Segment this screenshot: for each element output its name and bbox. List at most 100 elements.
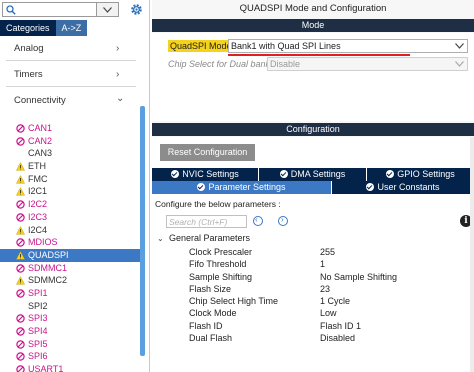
parameter-value[interactable]: 1 [320,258,325,270]
disabled-icon [16,124,25,133]
peripheral-item[interactable]: SPI5 [0,338,140,351]
tab-user-constants[interactable]: User Constants [332,181,474,194]
config-scrollbar[interactable] [470,137,474,372]
tab-label: Parameter Settings [208,182,286,192]
peripheral-label: I2C2 [28,199,48,210]
disabled-icon [16,352,25,362]
peripheral-label: SPI3 [28,313,48,324]
general-parameters-header[interactable]: General Parameters [169,233,250,243]
left-scrollbar[interactable] [140,104,145,372]
scrollbar-thumb[interactable] [140,106,145,356]
configure-caption: Configure the below parameters : [155,199,281,209]
disabled-icon [16,339,25,349]
parameter-row[interactable]: Dual Flash Disabled [152,332,474,344]
peripheral-label: MDIOS [28,237,58,248]
warning-icon [15,250,26,260]
parameter-value[interactable]: Disabled [320,332,355,344]
chip-select-select[interactable]: Disable [267,57,468,71]
disabled-icon [16,289,25,298]
search-next-button[interactable]: › [278,215,288,226]
peripheral-item[interactable]: CAN1 [0,122,140,135]
peripheral-item[interactable]: I2C2 [0,198,140,211]
chevron-down-icon [455,61,464,67]
peripheral-item[interactable]: I2C4 [0,224,140,237]
parameter-name: Dual Flash [189,333,233,344]
quadspi-mode-select[interactable]: Bank1 with Quad SPI Lines [228,39,468,53]
chip-select-value: Disable [270,59,301,69]
peripheral-label: I2C3 [28,211,48,222]
chevron-down-icon [103,7,112,13]
search-dropdown-button[interactable] [97,2,119,17]
peripheral-item[interactable]: I2C1 [0,185,140,198]
peripheral-item[interactable]: QUADSPI [0,248,140,262]
group-label: Timers [14,69,43,80]
group-label: Analog [14,43,44,54]
peripheral-label: ETH [28,161,46,172]
disabled-icon [16,263,25,273]
parameter-row[interactable]: Chip Select High Time 1 Cycle [152,295,474,307]
quadspi-mode-value: Bank1 with Quad SPI Lines [231,41,341,51]
peripheral-label: I2C1 [28,186,48,197]
group-label: Connectivity [14,95,66,106]
reset-configuration-button[interactable]: Reset Configuration [160,144,255,161]
parameter-row[interactable]: Sample Shifting No Sample Shifting [152,271,474,283]
parameter-value[interactable]: 1 Cycle [320,295,350,307]
tab-dma-settings[interactable]: DMA Settings [259,168,366,181]
peripheral-item[interactable]: SPI6 [0,350,140,363]
peripheral-item[interactable]: MDIOS [0,236,140,249]
search-previous-button[interactable]: ‹ [253,215,263,226]
parameter-row[interactable]: Clock Mode Low [152,307,474,319]
peripheral-item[interactable]: SPI4 [0,325,140,338]
peripheral-label: CAN1 [28,123,53,133]
tab-categories[interactable]: Categories [0,20,56,36]
parameter-name: Flash Size [189,283,232,294]
parameter-name: Clock Prescaler [189,247,253,257]
peripheral-item[interactable]: SPI2 [0,300,140,313]
parameter-value[interactable]: No Sample Shifting [320,271,397,283]
peripheral-label: I2C4 [28,224,48,235]
tab-a-to-z[interactable]: A->Z [55,20,88,36]
parameter-row[interactable]: Fifo Threshold 1 [152,258,474,270]
peripheral-item[interactable]: SPI3 [0,312,140,325]
warning-icon [15,187,26,196]
group-analog[interactable]: Analog › [0,39,140,59]
group-connectivity[interactable]: Connectivity ⌄ [0,91,140,111]
peripheral-item[interactable]: SDMMC2 [0,274,140,287]
parameter-value[interactable]: Low [320,307,337,319]
category-search-input[interactable] [2,2,97,17]
chevron-down-icon[interactable]: ⌄ [157,234,164,243]
parameter-row[interactable]: Clock Prescaler 255 [152,246,474,258]
peripheral-item[interactable]: I2C3 [0,211,140,224]
parameter-value[interactable]: 255 [320,246,335,258]
chevron-down-icon: ⌄ [116,93,125,104]
tab-parameter-settings[interactable]: Parameter Settings [152,181,331,194]
check-circle-icon [171,170,180,178]
peripheral-item[interactable]: ETH [0,160,140,173]
check-circle-icon [279,170,288,178]
parameter-row[interactable]: Flash Size 23 [152,283,474,295]
peripheral-item[interactable]: FMC [0,173,140,186]
peripheral-label: SPI4 [28,326,48,336]
tab-nvic-settings[interactable]: NVIC Settings [152,168,258,181]
parameter-row[interactable]: Flash ID Flash ID 1 [152,320,474,332]
mode-header: Mode [152,19,474,32]
peripheral-label: SPI6 [28,351,48,362]
blank-icon [16,302,25,311]
parameter-value[interactable]: Flash ID 1 [320,320,361,332]
search-icon [6,5,18,17]
disabled-icon [16,365,25,372]
peripheral-item[interactable]: SDMMC1 [0,262,140,275]
parameter-value[interactable]: 23 [320,283,330,295]
group-timers[interactable]: Timers › [0,65,140,85]
tab-gpio-settings[interactable]: GPIO Settings [367,168,474,181]
tab-label: GPIO Settings [397,169,455,179]
peripheral-label: USART1 [28,364,64,372]
peripheral-item[interactable]: CAN2 [0,135,140,148]
peripheral-item[interactable]: USART1 [0,363,140,372]
gear-icon[interactable] [130,3,143,16]
peripheral-label: SDMMC1 [28,262,68,273]
peripheral-item[interactable]: CAN3 [0,147,140,160]
peripheral-item[interactable]: SPI1 [0,287,140,300]
parameter-search-input[interactable]: Search (Ctrl+F) [166,215,247,228]
chevron-right-icon: › [116,43,120,54]
